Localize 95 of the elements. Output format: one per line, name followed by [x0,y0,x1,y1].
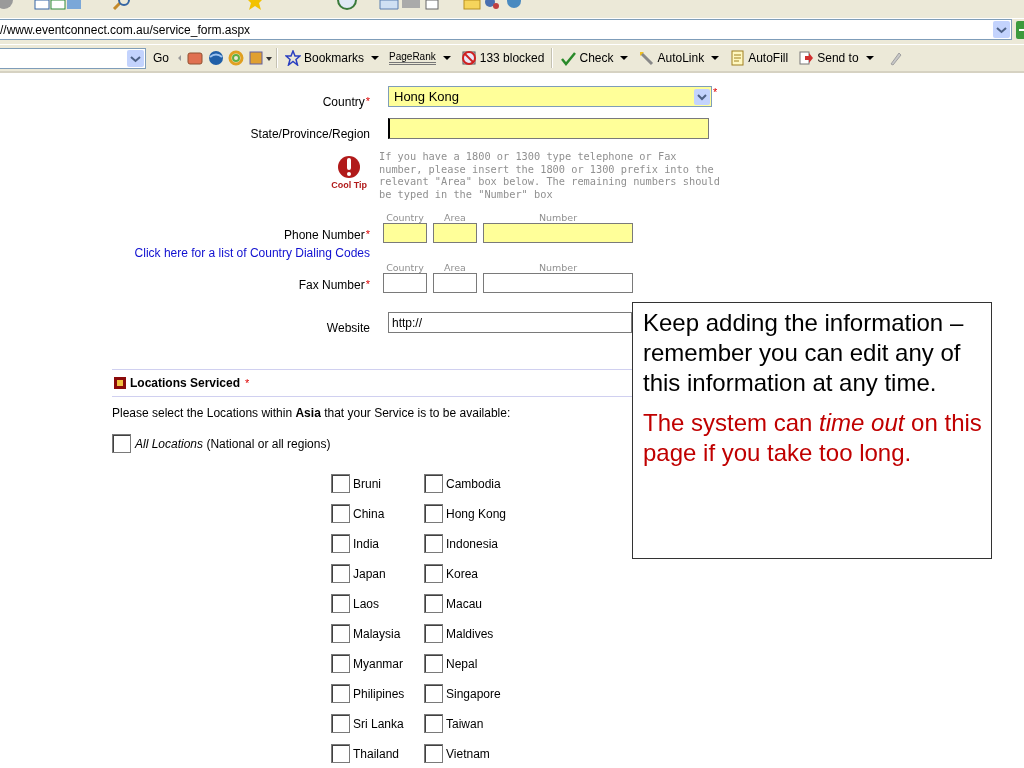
popup-blocker-button[interactable]: 133 blocked [457,50,548,66]
checkmark-icon [560,50,577,66]
exclamation-icon [338,154,361,180]
checkbox-label: Cambodia [446,476,501,491]
checkbox-label: Bruni [353,476,381,491]
send-to-button[interactable]: Send to [795,50,877,66]
checkbox-label: Singapore [446,686,501,701]
checkbox-label: Korea [446,566,479,581]
callout-text: Keep adding the information – remember you can edit any of this information at any time. [643,308,965,398]
checkbox[interactable] [331,474,350,493]
checkbox[interactable] [331,714,350,733]
checkbox[interactable] [424,504,443,523]
tip-text: If you have a 1800 or 1300 type telephone or Fax number, please insert the 1800 or 1300 prefix into the relevant "Area" box below. The remaining numbers should be typed in the "Number" box [379,150,721,200]
field-caption: Number [538,212,578,223]
checkbox-label: Nepal [446,656,478,671]
field-label: Fax Number* [298,278,370,292]
checkbox-label: Maldives [446,626,494,641]
country-select[interactable]: Hong Kong [388,86,712,107]
field-label: Phone Number* [284,228,370,242]
field-caption: Area [444,212,466,223]
field-caption: Country [386,262,424,273]
checkbox[interactable] [424,684,443,703]
search-field[interactable] [0,47,146,69]
field-caption: Number [538,262,578,273]
checkbox-label: Japan [353,566,386,581]
checkbox-label: Myanmar [353,656,403,671]
checkbox-label: Laos [353,596,380,611]
required-mark: * [245,377,250,389]
callout-text: The system can time out on this page if you take too long. [643,408,983,468]
checkbox[interactable] [331,744,350,763]
dropdown-icon[interactable] [993,21,1010,38]
field-caption: Country [386,212,424,223]
checkbox[interactable] [424,654,443,673]
field-label: Country* [322,95,370,109]
checkbox[interactable] [424,564,443,583]
checkbox-label: Malaysia [353,626,401,641]
checkbox-label: Indonesia [446,536,499,551]
phone-field[interactable] [383,223,427,243]
toolbar-icons-drawing[interactable] [176,49,272,67]
checkbox[interactable] [331,504,350,523]
field-label: Website [326,321,370,335]
star-icon [285,50,301,66]
bookmarks-button[interactable]: Bookmarks [282,50,383,66]
section-title: Locations Serviced [130,376,241,390]
dropdown-icon[interactable] [127,49,144,67]
go-arrow-icon[interactable] [1014,19,1024,40]
dropdown-icon[interactable] [694,88,710,105]
required-mark: * [713,86,718,98]
autofill-button[interactable]: AutoFill [726,50,792,66]
address-field[interactable]: //www.eventconnect.com.au/service_form.aspx [0,19,1012,40]
checkbox[interactable] [331,564,350,583]
text-field[interactable]: http:// [388,312,632,333]
checkbox-label: China [353,506,385,521]
checkbox-label: Vietnam [446,746,490,761]
phone-field[interactable] [483,223,633,243]
blocked-icon [460,50,477,66]
wand-icon [638,50,655,66]
checkbox[interactable] [331,624,350,643]
checkbox-label: Macau [446,596,483,611]
field-label: State/Province/Region [250,127,370,141]
checkbox-label: India [353,536,380,551]
checkbox[interactable] [331,684,350,703]
checkbox[interactable] [331,654,350,673]
phone-field[interactable] [483,273,633,293]
checkbox-label: Taiwan [446,716,484,731]
dialing-codes-link[interactable]: Click here for a list of Country Dialing Codes [134,246,370,260]
form-icon [729,50,746,66]
checkbox[interactable] [424,624,443,643]
send-icon [798,50,815,66]
tip-label: Cool Tip [331,180,367,190]
pagerank-button[interactable]: PageRank [386,51,454,65]
phone-field[interactable] [433,273,477,293]
instruction-text: Please select the Locations within Asia that your Service is to be available: [112,406,512,420]
checkbox[interactable] [331,534,350,553]
text-field[interactable] [388,118,709,139]
url-text: //www.eventconnect.com.au/service_form.aspx [0,22,251,37]
checkbox-label: Hong Kong [446,506,507,521]
checkbox[interactable] [331,594,350,613]
checkbox[interactable] [424,474,443,493]
spell-check-button[interactable]: Check [557,50,632,66]
checkbox[interactable] [424,714,443,733]
checkbox-label: Thailand [353,746,400,761]
checkbox[interactable] [424,594,443,613]
section-icon [114,377,126,389]
phone-field[interactable] [433,223,477,243]
checkbox[interactable] [424,744,443,763]
autolink-button[interactable]: AutoLink [635,50,723,66]
checkbox[interactable] [112,434,131,453]
checkbox-label: All Locations (National or all regions) [135,436,331,451]
checkbox-label: Philipines [353,686,405,701]
phone-field[interactable] [383,273,427,293]
checkbox-label: Sri Lanka [353,716,404,731]
go-button[interactable]: Go [150,51,172,65]
checkbox[interactable] [424,534,443,553]
field-caption: Area [444,262,466,273]
